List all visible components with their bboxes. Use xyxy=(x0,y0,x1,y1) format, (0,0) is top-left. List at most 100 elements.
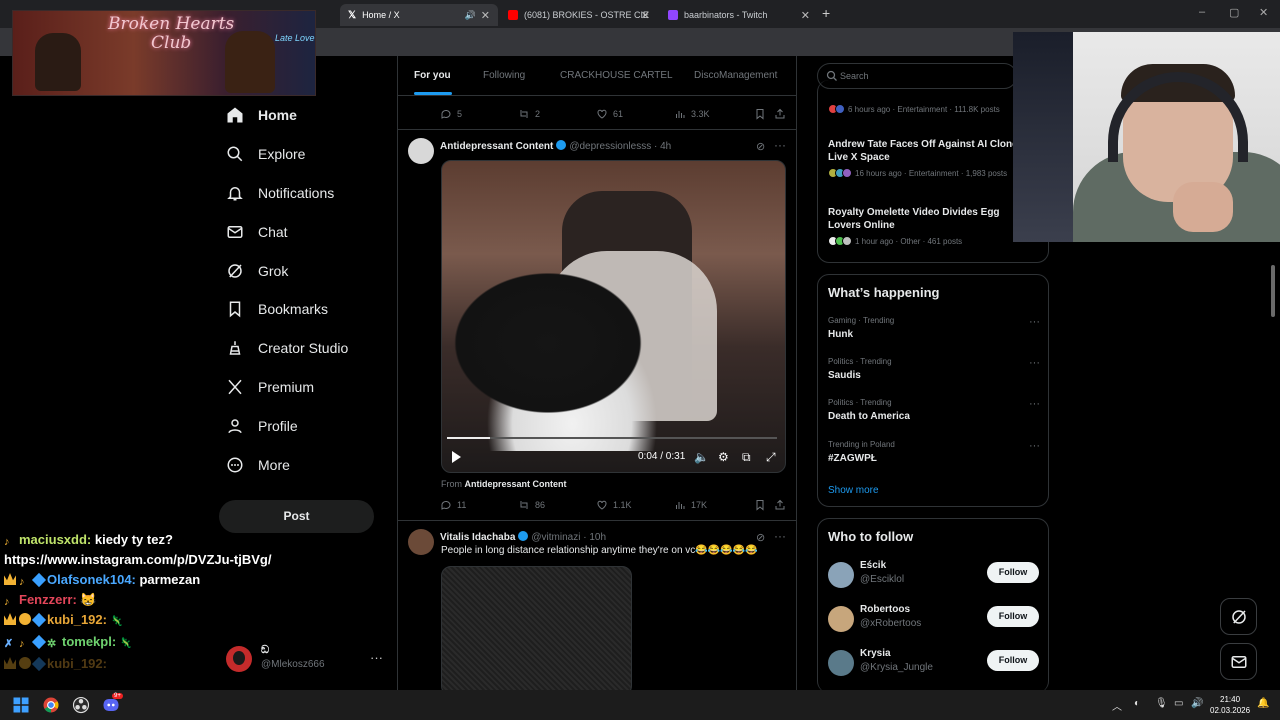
video-player[interactable]: 0:04 / 0:31 🔈 ⚙ ⧉ ⤢ xyxy=(441,160,786,473)
like-button[interactable]: 1.1K xyxy=(596,499,632,511)
more-icon[interactable]: ··· xyxy=(370,650,383,665)
fullscreen-icon[interactable]: ⤢ xyxy=(766,450,776,465)
trend-item[interactable]: Politics · Trending Death to America ··· xyxy=(828,398,1040,422)
nav-premium[interactable]: Premium xyxy=(218,368,388,407)
share-button[interactable] xyxy=(774,499,791,511)
maximize-button[interactable]: ▢ xyxy=(1229,6,1239,19)
copilot-icon[interactable]: ◐ xyxy=(1134,698,1140,709)
news-item[interactable]: Andrew Tate Faces Off Against AI Clone L… xyxy=(828,138,1028,178)
messages-float-button[interactable] xyxy=(1220,643,1257,680)
trend-item[interactable]: Gaming · Trending Hunk ··· xyxy=(828,316,1040,340)
note-badge-icon: ♪ xyxy=(19,576,25,588)
follow-button[interactable]: Follow xyxy=(987,606,1039,627)
settings-icon[interactable]: ⚙ xyxy=(718,450,729,464)
post-button[interactable]: Post xyxy=(219,500,374,533)
windows-taskbar: 9+ ︿ ◐ 🎙 ▭ 🔊 21:40 02.03.2026 🔔 xyxy=(0,690,1280,720)
nav-profile[interactable]: Profile xyxy=(218,406,388,445)
tab-twitch[interactable]: baarbinators - Twitch ✕ xyxy=(660,4,818,26)
chrome-icon[interactable] xyxy=(42,696,60,714)
speaker-icon[interactable]: 🔊 xyxy=(465,10,476,21)
windows-start-icon[interactable] xyxy=(12,696,30,714)
network-icon[interactable]: ▭ xyxy=(1174,698,1183,709)
tweet-author[interactable]: Vitalis Idachaba @vitminazi · 10h xyxy=(440,531,606,543)
verified-badge-icon xyxy=(556,140,567,150)
follow-suggestion[interactable]: Eścik @Esciklol Follow xyxy=(828,560,1040,592)
trend-item[interactable]: Politics · Trending Saudis ··· xyxy=(828,357,1040,381)
more-icon[interactable]: ··· xyxy=(1029,440,1040,452)
notification-bell-icon[interactable]: 🔔 xyxy=(1257,698,1269,709)
more-icon[interactable]: ··· xyxy=(1029,316,1040,328)
new-tab-button[interactable]: + xyxy=(822,5,830,21)
person-icon xyxy=(228,419,242,433)
news-item[interactable]: Royalty Omelette Video Divides Egg Lover… xyxy=(828,206,1028,246)
close-tab-icon[interactable]: ✕ xyxy=(801,9,810,22)
scrollbar[interactable] xyxy=(1271,265,1275,317)
volume-icon[interactable]: 🔊 xyxy=(1191,698,1203,709)
nav-more[interactable]: More xyxy=(218,445,388,484)
source-link[interactable]: Antidepressant Content xyxy=(465,479,567,489)
tab-discomanagement[interactable]: DiscoManagement xyxy=(694,70,777,81)
grok-icon[interactable]: ⊘ xyxy=(756,140,765,153)
volume-icon[interactable]: 🔈 xyxy=(694,450,709,464)
nav-bookmarks[interactable]: Bookmarks xyxy=(218,290,388,329)
nav-chat[interactable]: Chat xyxy=(218,212,388,251)
clock[interactable]: 21:40 02.03.2026 xyxy=(1210,694,1250,716)
tweet-author[interactable]: Antidepressant Content @depressionlesss ·… xyxy=(440,140,671,152)
tweet-media[interactable] xyxy=(441,566,632,690)
nav-grok[interactable]: Grok xyxy=(218,251,388,290)
follow-suggestion[interactable]: Krysia @Krysia_Jungle Follow xyxy=(828,648,1040,680)
grok-float-button[interactable] xyxy=(1220,598,1257,635)
card-title: What’s happening xyxy=(828,285,940,300)
who-to-follow-card: Who to follow Eścik @Esciklol Follow Robe… xyxy=(817,518,1049,693)
close-tab-icon[interactable]: ✕ xyxy=(641,9,650,22)
bookmark-button[interactable] xyxy=(754,108,771,120)
nav-creator-studio[interactable]: Creator Studio xyxy=(218,329,388,368)
tab-youtube[interactable]: (6081) BROKIES - OSTRE CIE ✕ xyxy=(500,4,658,26)
bookmark-button[interactable] xyxy=(754,499,771,511)
nav-label: More xyxy=(258,456,290,473)
video-scrubber[interactable] xyxy=(447,437,777,439)
obs-icon[interactable] xyxy=(72,696,90,714)
tab-following[interactable]: Following xyxy=(483,70,525,81)
grok-icon[interactable]: ⊘ xyxy=(756,531,765,544)
news-item[interactable]: 6 hours ago · Entertainment · 111.8K pos… xyxy=(828,100,1028,114)
reply-button[interactable]: 5 xyxy=(440,108,462,120)
tab-crackhouse-cartel[interactable]: CRACKHOUSE CARTEL xyxy=(560,70,673,81)
play-icon[interactable] xyxy=(452,451,461,463)
webcam-overlay xyxy=(1013,32,1280,242)
close-tab-icon[interactable]: ✕ xyxy=(481,9,490,22)
nav-home[interactable]: Home xyxy=(218,96,388,135)
chat-message: kubi_192: 🦎 xyxy=(4,610,304,632)
home-icon xyxy=(227,107,243,123)
trend-item[interactable]: Trending in Poland #ZAGWPŁ ··· xyxy=(828,440,1040,464)
views-button[interactable]: 17K xyxy=(674,499,707,511)
more-icon[interactable]: ··· xyxy=(1029,398,1040,410)
reply-button[interactable]: 11 xyxy=(440,499,466,511)
follow-suggestion[interactable]: Robertoos @xRobertoos Follow xyxy=(828,604,1040,636)
account-switcher[interactable]: ඞ @Mlekosz666 ··· xyxy=(226,644,391,676)
repost-button[interactable]: 2 xyxy=(518,108,540,120)
microphone-icon[interactable]: 🎙 xyxy=(1155,698,1168,709)
pip-icon[interactable]: ⧉ xyxy=(742,450,751,465)
views-button[interactable]: 3.3K xyxy=(674,108,710,120)
more-icon[interactable]: ··· xyxy=(1029,357,1040,369)
more-icon[interactable]: ··· xyxy=(774,529,786,543)
whats-happening-card: What’s happening Gaming · Trending Hunk ·… xyxy=(817,274,1049,507)
minimize-button[interactable]: – xyxy=(1199,6,1205,18)
tab-for-you[interactable]: For you xyxy=(414,70,451,81)
repost-button[interactable]: 86 xyxy=(518,499,545,511)
follow-button[interactable]: Follow xyxy=(987,650,1039,671)
close-window-button[interactable]: ✕ xyxy=(1259,6,1268,19)
more-icon[interactable]: ··· xyxy=(774,138,786,152)
avatar[interactable] xyxy=(408,529,434,555)
nav-notifications[interactable]: Notifications xyxy=(218,174,388,213)
mail-icon xyxy=(227,225,243,238)
chevron-up-icon[interactable]: ︿ xyxy=(1112,698,1122,713)
like-button[interactable]: 61 xyxy=(596,108,623,120)
show-more-link[interactable]: Show more xyxy=(828,485,879,496)
nav-explore[interactable]: Explore xyxy=(218,135,388,174)
share-button[interactable] xyxy=(774,108,791,120)
tab-home-x[interactable]: 𝕏 Home / X 🔊 ✕ xyxy=(340,4,498,26)
follow-button[interactable]: Follow xyxy=(987,562,1039,583)
avatar[interactable] xyxy=(408,138,434,164)
